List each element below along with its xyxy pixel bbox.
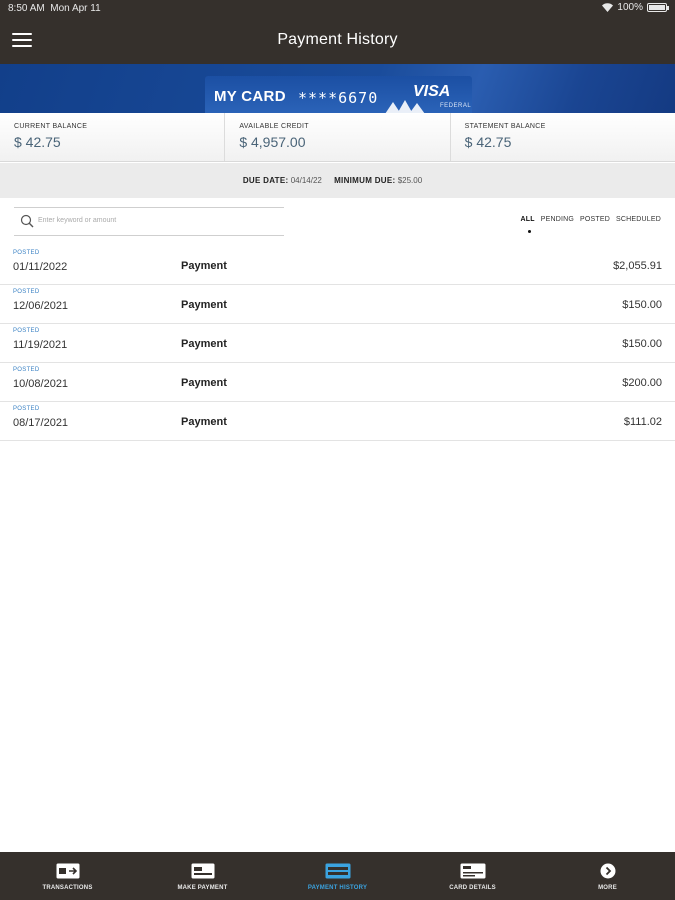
payment-description: Payment [181, 260, 227, 272]
nav-more-label: MORE [598, 885, 617, 891]
nav-card-details-label: CARD DETAILS [449, 885, 496, 891]
status-indicators: 100% [602, 2, 669, 13]
payment-status: POSTED [13, 250, 40, 256]
statement-balance: STATEMENT BALANCE $ 42.75 [451, 113, 675, 161]
filter-tab-all[interactable]: ALL [521, 216, 535, 233]
payment-description: Payment [181, 299, 227, 311]
filter-tab-scheduled[interactable]: SCHEDULED [616, 216, 661, 223]
card-image[interactable]: MY CARD ****6670 VISA FEDERAL [205, 76, 472, 113]
nav-make-payment[interactable]: MAKE PAYMENT [135, 852, 270, 900]
payment-row[interactable]: POSTED 12/06/2021 Payment $150.00 [0, 285, 675, 324]
card-details-icon [460, 863, 486, 884]
available-credit: AVAILABLE CREDIT $ 4,957.00 [225, 113, 451, 161]
active-indicator [527, 230, 531, 233]
due-date-label: DUE DATE: [242, 176, 289, 185]
payment-date: 12/06/2021 [13, 300, 69, 312]
search-input[interactable]: Enter keyword or amount [14, 207, 284, 236]
payment-status: POSTED [13, 328, 40, 334]
card-brand-sub: FEDERAL [440, 103, 472, 109]
battery-percent: 100% [617, 2, 643, 13]
balances-panel: CURRENT BALANCE $ 42.75 AVAILABLE CREDIT… [0, 113, 675, 162]
nav-card-details[interactable]: CARD DETAILS [405, 852, 540, 900]
minimum-due-value: $25.00 [397, 176, 423, 185]
nav-more[interactable]: MORE [540, 852, 675, 900]
statement-balance-value: $ 42.75 [464, 134, 512, 150]
payment-description: Payment [181, 338, 227, 350]
card-name: MY CARD [214, 88, 286, 105]
filter-tab-pending[interactable]: PENDING [541, 216, 574, 223]
payment-list: POSTED 01/11/2022 Payment $2,055.91 POST… [0, 246, 675, 441]
payment-status: POSTED [13, 367, 40, 373]
current-balance-value: $ 42.75 [14, 134, 61, 150]
more-icon [600, 863, 616, 884]
search-icon [20, 214, 34, 233]
available-credit-value: $ 4,957.00 [239, 134, 306, 150]
payment-date: 10/08/2021 [13, 378, 69, 390]
payment-date: 11/19/2021 [13, 339, 68, 351]
make-payment-icon [191, 863, 215, 884]
page-title: Payment History [277, 31, 398, 48]
card-banner: MY CARD ****6670 VISA FEDERAL [0, 64, 675, 113]
payment-status: POSTED [13, 406, 40, 412]
bottom-nav: TRANSACTIONS MAKE PAYMENT PAYMENT HISTOR… [0, 852, 675, 900]
payment-row[interactable]: POSTED 10/08/2021 Payment $200.00 [0, 363, 675, 402]
app-header: 8:50 AM Mon Apr 11 100% Payment History [0, 0, 675, 64]
current-balance: CURRENT BALANCE $ 42.75 [0, 113, 226, 161]
payment-status: POSTED [13, 289, 40, 295]
status-time: 8:50 AM Mon Apr 11 [8, 3, 101, 14]
due-date-value: 04/14/22 [290, 176, 322, 185]
available-credit-label: AVAILABLE CREDIT [239, 123, 309, 130]
due-info-bar: DUE DATE: 04/14/22 MINIMUM DUE: $25.00 [0, 163, 675, 198]
visa-logo: VISA [413, 83, 451, 100]
payment-amount: $150.00 [622, 338, 662, 350]
payment-history-icon [325, 863, 351, 884]
nav-payment-history[interactable]: PAYMENT HISTORY [270, 852, 405, 900]
nav-transactions[interactable]: TRANSACTIONS [0, 852, 135, 900]
nav-transactions-label: TRANSACTIONS [42, 885, 93, 891]
payment-row[interactable]: POSTED 01/11/2022 Payment $2,055.91 [0, 246, 675, 285]
nav-payment-history-label: PAYMENT HISTORY [307, 885, 368, 891]
payment-amount: $111.02 [623, 416, 662, 428]
statement-balance-label: STATEMENT BALANCE [464, 123, 546, 130]
minimum-due-label: MINIMUM DUE: [334, 176, 396, 185]
payment-date: 08/17/2021 [13, 417, 69, 429]
payment-amount: $2,055.91 [613, 260, 662, 272]
filter-tabs: ALL PENDING POSTED SCHEDULED [521, 216, 661, 233]
payment-row[interactable]: POSTED 08/17/2021 Payment $111.02 [0, 402, 675, 441]
current-balance-label: CURRENT BALANCE [14, 123, 88, 130]
payment-description: Payment [181, 416, 227, 428]
transactions-icon [56, 863, 80, 884]
nav-make-payment-label: MAKE PAYMENT [177, 885, 228, 891]
payment-amount: $150.00 [622, 299, 662, 311]
search-placeholder: Enter keyword or amount [38, 217, 117, 224]
filter-tab-posted[interactable]: POSTED [580, 216, 610, 223]
payment-date: 01/11/2022 [13, 261, 68, 273]
battery-icon [647, 3, 669, 12]
status-bar: 8:50 AM Mon Apr 11 100% [0, 0, 675, 18]
wifi-icon [602, 3, 614, 12]
payment-description: Payment [181, 377, 227, 389]
card-number: ****6670 [298, 89, 379, 107]
payment-row[interactable]: POSTED 11/19/2021 Payment $150.00 [0, 324, 675, 363]
payment-amount: $200.00 [622, 377, 662, 389]
